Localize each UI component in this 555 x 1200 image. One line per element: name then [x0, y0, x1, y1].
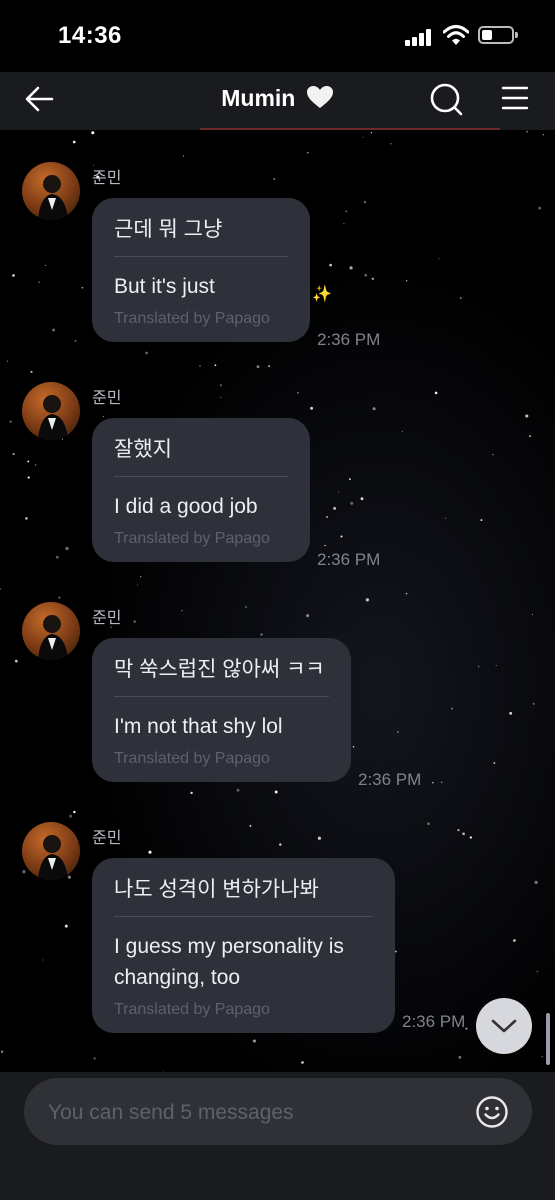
sender-name: 준민	[92, 610, 122, 627]
avatar[interactable]	[22, 822, 80, 880]
translated-by-label: Translated by Papago	[114, 750, 270, 767]
white-heart-icon	[306, 85, 334, 115]
wifi-icon	[443, 25, 469, 45]
menu-button[interactable]	[500, 83, 530, 113]
scrollbar-thumb[interactable]	[546, 1013, 550, 1065]
avatar[interactable]	[22, 602, 80, 660]
message-input-wrapper	[24, 1078, 532, 1147]
translated-text: I'm not that shy lol	[114, 715, 283, 738]
message-time: 2:36 PM	[402, 1012, 466, 1031]
sender-name: 준민	[92, 830, 122, 847]
translated-text: I guess my personality is changing, too	[114, 935, 344, 989]
avatar[interactable]	[22, 162, 80, 220]
original-text: 잘했지	[114, 436, 288, 477]
hamburger-icon	[501, 86, 529, 110]
original-text: 나도 성격이 변하가나봐	[114, 876, 373, 917]
scroll-to-bottom-button[interactable]	[476, 998, 532, 1054]
sparkle-icon: ✨	[312, 286, 332, 303]
search-icon	[430, 83, 463, 116]
message-bubble[interactable]: 근데 뭐 그냥 But it's just Translated by Papa…	[92, 198, 310, 342]
sender-name: 준민	[92, 390, 122, 407]
status-bar: 14:36	[0, 0, 555, 72]
message-time: 2:36 PM	[317, 330, 381, 349]
battery-icon	[478, 26, 518, 44]
chat-header: Mumin	[0, 72, 555, 130]
message-bubble[interactable]: 막 쑥스럽진 않아써 ㅋㅋ I'm not that shy lol Trans…	[92, 638, 351, 782]
translated-by-label: Translated by Papago	[114, 310, 270, 327]
chat-title: Mumin	[0, 85, 555, 115]
chevron-down-icon	[491, 1019, 517, 1033]
translated-by-label: Translated by Papago	[114, 530, 270, 547]
smiley-icon	[476, 1096, 508, 1128]
chat-title-text: Mumin	[221, 85, 296, 112]
message-time: 2:36 PM	[317, 550, 381, 569]
message-bubble[interactable]: 잘했지 I did a good job Translated by Papag…	[92, 418, 310, 562]
status-time: 14:36	[58, 22, 122, 49]
message-time: 2:36 PM	[358, 770, 422, 789]
emoji-button[interactable]	[475, 1095, 509, 1129]
composer-bar	[0, 1072, 555, 1200]
message-input[interactable]	[46, 1078, 460, 1147]
original-text: 근데 뭐 그냥	[114, 216, 288, 257]
original-text: 막 쑥스럽진 않아써 ㅋㅋ	[114, 656, 329, 697]
message-bubble[interactable]: 나도 성격이 변하가나봐 I guess my personality is c…	[92, 858, 395, 1033]
translated-text: I did a good job	[114, 495, 258, 518]
search-button[interactable]	[428, 81, 464, 117]
translated-by-label: Translated by Papago	[114, 1001, 270, 1018]
cellular-signal-icon	[405, 28, 435, 46]
avatar[interactable]	[22, 382, 80, 440]
sender-name: 준민	[92, 170, 122, 187]
translated-text: But it's just	[114, 275, 215, 298]
chat-area[interactable]: 준민 근데 뭐 그냥 But it's just Translated by P…	[0, 130, 555, 1072]
